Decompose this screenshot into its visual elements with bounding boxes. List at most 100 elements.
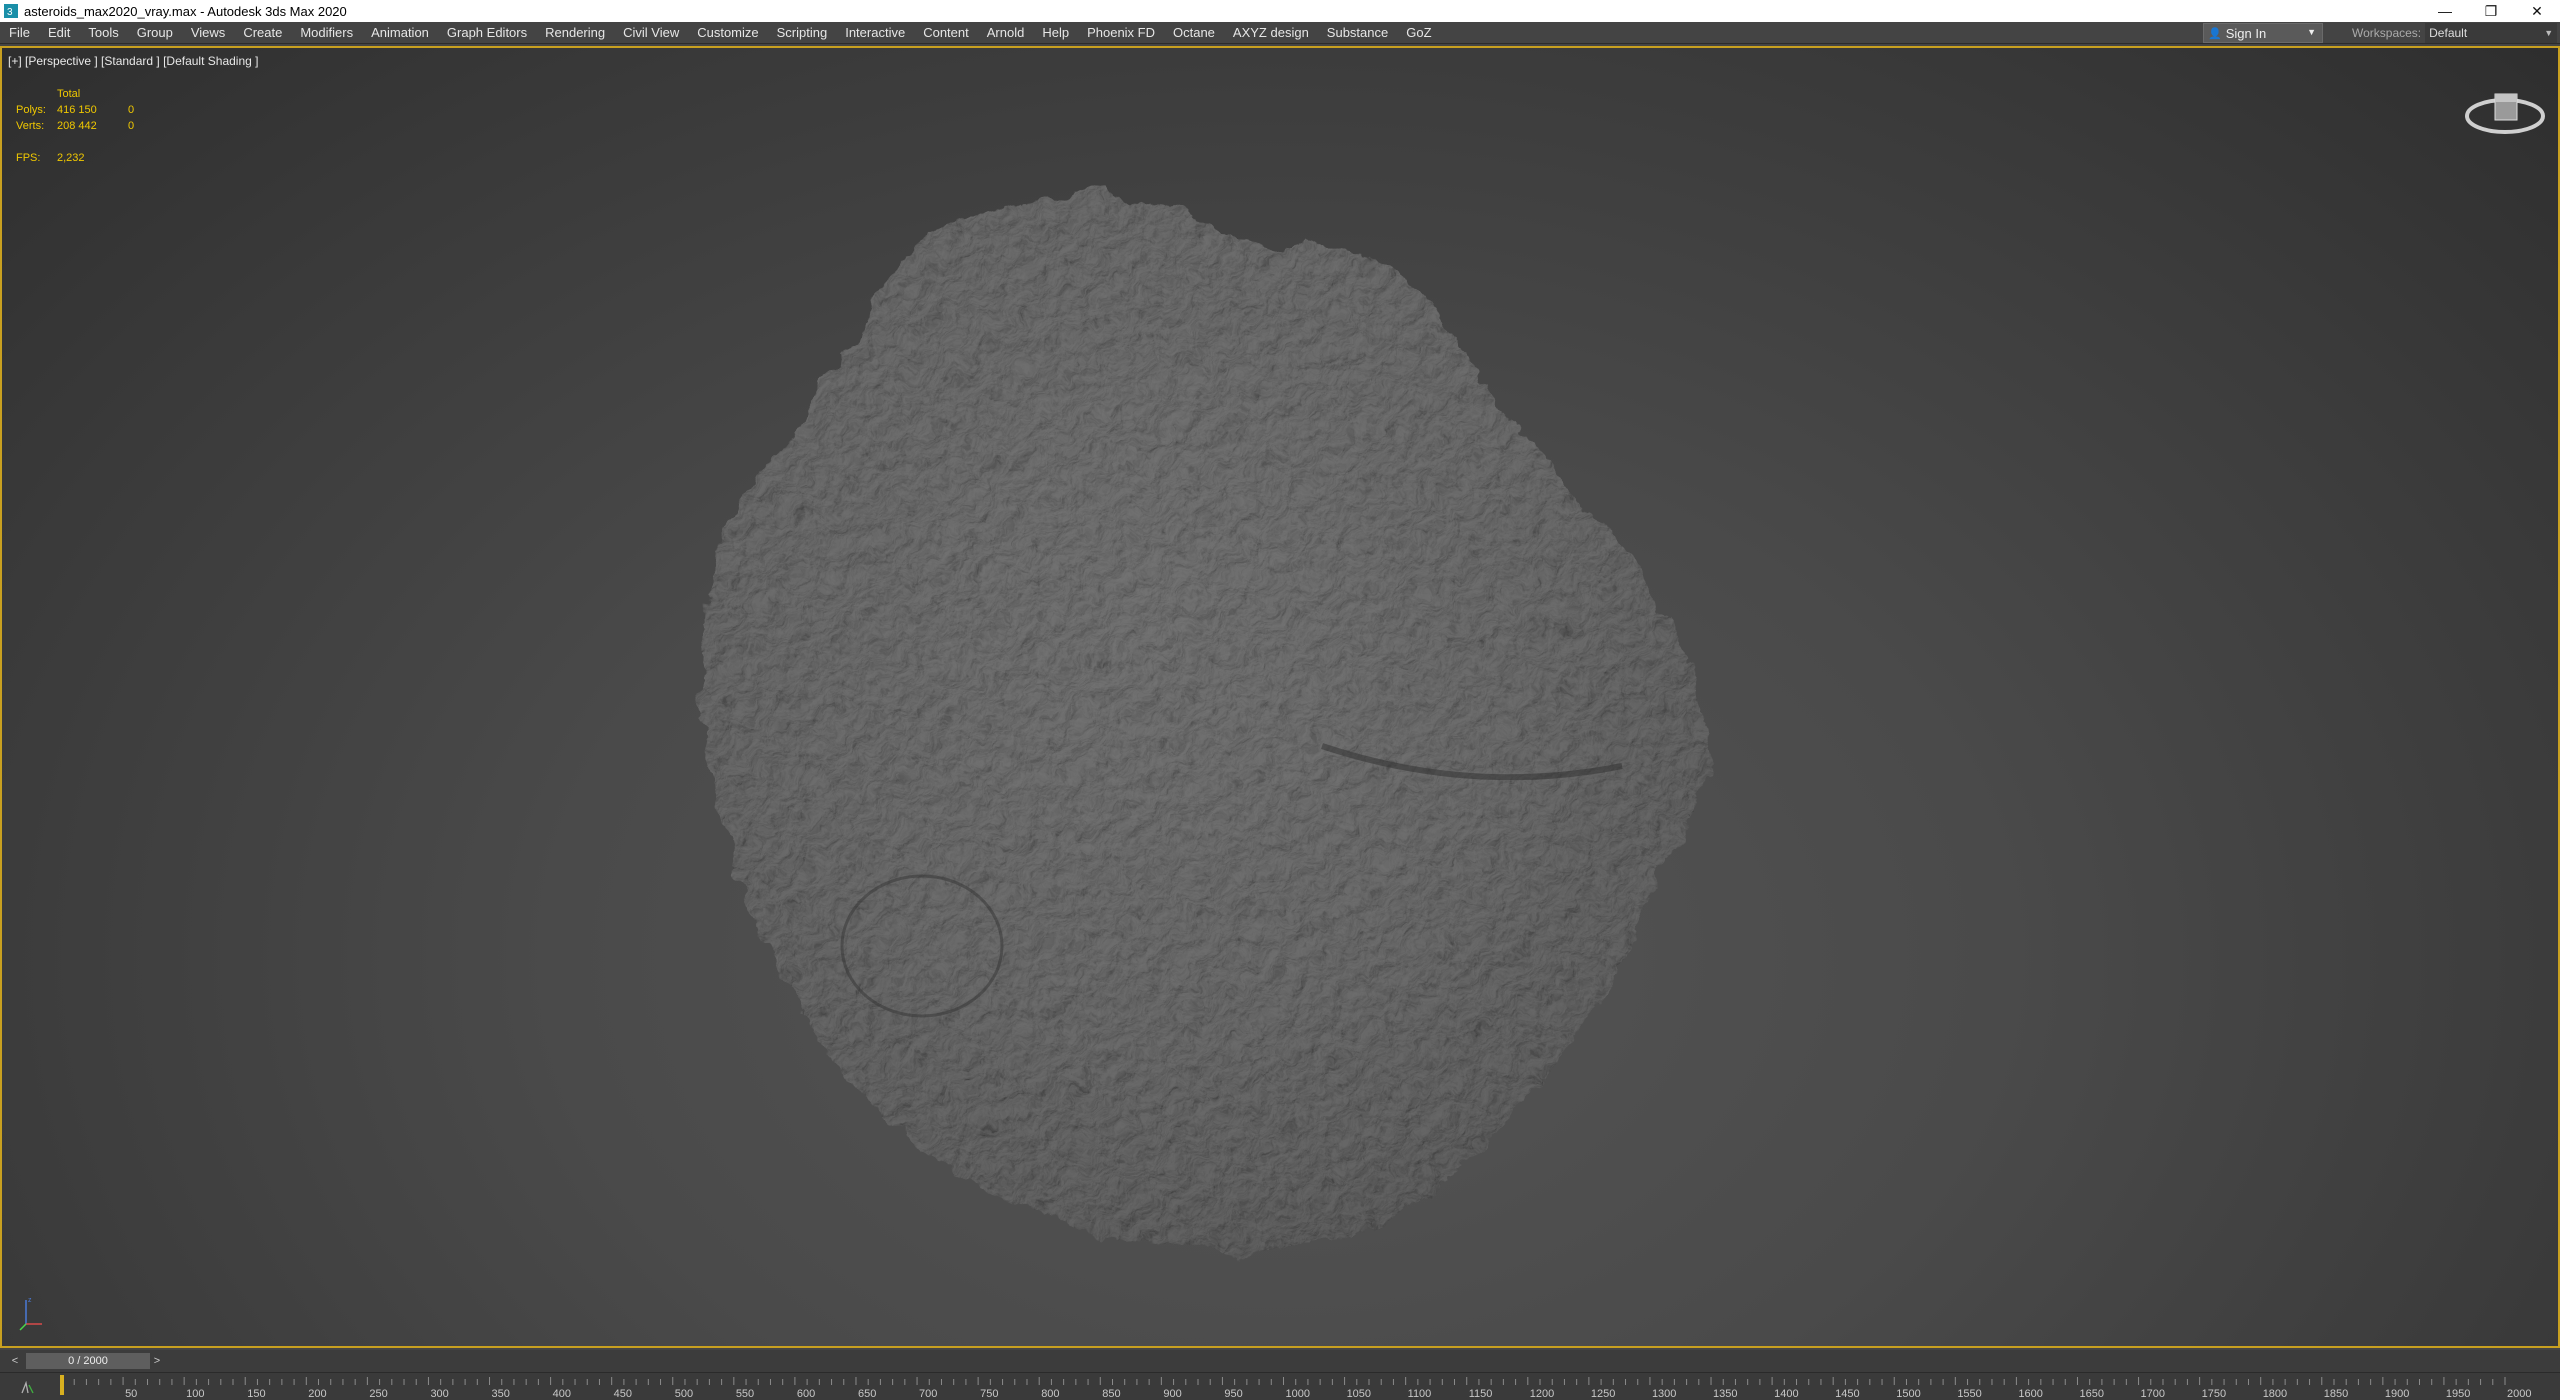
verts-total: 208 442 — [57, 120, 97, 132]
ruler-tick-label: 650 — [858, 1388, 876, 1400]
ruler-tick-label: 750 — [980, 1388, 998, 1400]
track-bar[interactable]: 50 100 150 200 250 300 350 400 450 500 550 600 650 70… — [0, 1372, 2560, 1400]
ruler-tick-label: 1400 — [1774, 1388, 1798, 1400]
key-filter-icon[interactable] — [20, 1381, 36, 1395]
ruler-tick-label: 1900 — [2385, 1388, 2409, 1400]
menu-animation[interactable]: Animation — [362, 22, 438, 44]
ruler-tick-label: 1800 — [2263, 1388, 2287, 1400]
svg-text:3: 3 — [7, 7, 13, 18]
menu-civil-view[interactable]: Civil View — [614, 22, 688, 44]
menu-edit[interactable]: Edit — [39, 22, 79, 44]
viewcube-icon[interactable] — [2464, 76, 2546, 136]
current-frame-marker[interactable] — [60, 1375, 64, 1395]
menu-interactive[interactable]: Interactive — [836, 22, 914, 44]
ruler-tick-label: 450 — [614, 1388, 632, 1400]
stats-header: Total — [57, 88, 81, 100]
menu-customize[interactable]: Customize — [688, 22, 767, 44]
close-button[interactable]: ✕ — [2514, 0, 2560, 22]
ruler-tick-label: 900 — [1163, 1388, 1181, 1400]
ruler-tick-label: 1600 — [2018, 1388, 2042, 1400]
menu-content[interactable]: Content — [914, 22, 978, 44]
ruler-tick-label: 1300 — [1652, 1388, 1676, 1400]
menu-phoenix-fd[interactable]: Phoenix FD — [1078, 22, 1164, 44]
ruler-tick-label: 1050 — [1347, 1388, 1371, 1400]
menu-arnold[interactable]: Arnold — [978, 22, 1034, 44]
title-bar: 3 asteroids_max2020_vray.max - Autodesk … — [0, 0, 2560, 22]
3dsmax-app-icon: 3 — [4, 4, 18, 18]
ruler-tick-label: 800 — [1041, 1388, 1059, 1400]
menu-bar: File Edit Tools Group Views Create Modifiers An… — [0, 22, 2560, 44]
ruler-tick-label: 350 — [492, 1388, 510, 1400]
menu-scripting[interactable]: Scripting — [768, 22, 837, 44]
perspective-viewport[interactable]: [+] [Perspective ] [Standard ] [Default … — [0, 46, 2560, 1348]
menu-create[interactable]: Create — [234, 22, 291, 44]
ruler-tick-label: 100 — [186, 1388, 204, 1400]
menu-file[interactable]: File — [0, 22, 39, 44]
asteroid-mesh[interactable] — [622, 146, 1822, 1348]
prev-frame-button[interactable]: < — [8, 1354, 22, 1368]
statistics-overlay: Total Polys: 416 150 0 Verts: 208 442 0 … — [16, 86, 134, 166]
axis-tripod-icon: z — [19, 1297, 42, 1331]
ruler-tick-label: 700 — [919, 1388, 937, 1400]
ruler-tick-label: 1650 — [2079, 1388, 2103, 1400]
ruler-tick-label: 550 — [736, 1388, 754, 1400]
window-title: asteroids_max2020_vray.max - Autodesk 3d… — [24, 3, 347, 19]
menu-axyz-design[interactable]: AXYZ design — [1224, 22, 1318, 44]
menu-modifiers[interactable]: Modifiers — [291, 22, 362, 44]
verts-selected: 0 — [128, 120, 135, 132]
time-slider[interactable]: < 0 / 2000 > — [0, 1350, 2560, 1372]
menu-graph-editors[interactable]: Graph Editors — [438, 22, 536, 44]
ruler-tick-label: 600 — [797, 1388, 815, 1400]
ruler-tick-label: 1550 — [1957, 1388, 1981, 1400]
menu-substance[interactable]: Substance — [1318, 22, 1397, 44]
chevron-down-icon: ▼ — [2544, 28, 2554, 38]
workspaces-label: Workspaces: — [2352, 26, 2422, 40]
restore-button[interactable]: ❐ — [2468, 0, 2514, 22]
ruler-tick-label: 850 — [1102, 1388, 1120, 1400]
workspace-value: Default — [2429, 26, 2468, 40]
viewport-label[interactable]: [+] [Perspective ] [Standard ] [Default … — [8, 54, 258, 68]
polys-selected: 0 — [128, 104, 135, 116]
ruler-tick-label: 200 — [308, 1388, 326, 1400]
fps-label: FPS: — [16, 152, 41, 164]
ruler-tick-label: 1450 — [1835, 1388, 1859, 1400]
ruler-tick-label: 1000 — [1286, 1388, 1310, 1400]
ruler-tick-label: 1950 — [2446, 1388, 2470, 1400]
ruler-tick-label: 950 — [1224, 1388, 1242, 1400]
sign-in-label: Sign In — [2225, 25, 2267, 41]
menu-group[interactable]: Group — [128, 22, 182, 44]
workspace-dropdown[interactable]: Default ▼ — [2425, 23, 2558, 43]
menu-tools[interactable]: Tools — [79, 22, 127, 44]
ruler-tick-label: 300 — [430, 1388, 448, 1400]
ruler-tick-label: 250 — [369, 1388, 387, 1400]
verts-label: Verts: — [16, 120, 45, 132]
user-icon: 👤 — [2208, 27, 2222, 40]
time-slider-thumb[interactable]: 0 / 2000 — [26, 1353, 150, 1369]
polys-label: Polys: — [16, 104, 46, 116]
ruler-tick-label: 1850 — [2324, 1388, 2348, 1400]
ruler-tick-label: 1500 — [1896, 1388, 1920, 1400]
ruler-tick-label: 1750 — [2202, 1388, 2226, 1400]
menu-rendering[interactable]: Rendering — [536, 22, 614, 44]
ruler-tick-label: 1100 — [1408, 1388, 1432, 1400]
ruler-tick-label: 50 — [125, 1388, 137, 1400]
ruler-tick-label: 150 — [247, 1388, 265, 1400]
svg-text:z: z — [28, 1297, 32, 1304]
ruler-tick-label: 1700 — [2141, 1388, 2165, 1400]
ruler-tick-label: 1200 — [1530, 1388, 1554, 1400]
ruler-tick-label: 2000 — [2507, 1388, 2531, 1400]
menu-help[interactable]: Help — [1033, 22, 1078, 44]
menu-goz[interactable]: GoZ — [1397, 22, 1440, 44]
menu-views[interactable]: Views — [182, 22, 234, 44]
menu-octane[interactable]: Octane — [1164, 22, 1224, 44]
ruler-tick-label: 500 — [675, 1388, 693, 1400]
ruler-tick-label: 400 — [553, 1388, 571, 1400]
ruler-tick-label: 1250 — [1591, 1388, 1615, 1400]
frame-ruler[interactable]: 50 100 150 200 250 300 350 400 450 500 550 600 650 70… — [0, 1373, 2560, 1400]
ruler-tick-label: 1350 — [1713, 1388, 1737, 1400]
sign-in-button[interactable]: 👤 Sign In ▼ — [2203, 23, 2323, 43]
next-frame-button[interactable]: > — [150, 1354, 164, 1368]
minimize-button[interactable]: — — [2422, 0, 2468, 22]
workspaces-selector: Workspaces: Default ▼ — [2352, 22, 2558, 44]
fps-value: 2,232 — [57, 152, 85, 164]
